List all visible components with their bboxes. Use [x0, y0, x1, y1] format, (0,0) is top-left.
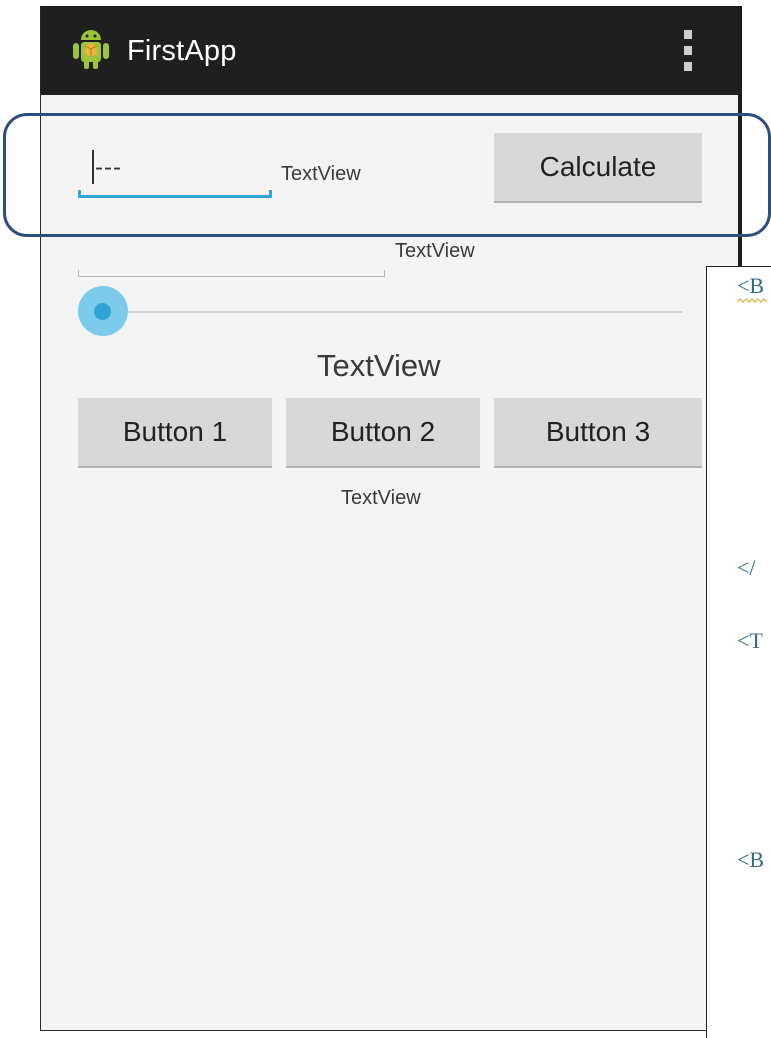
code-line: </ — [737, 555, 756, 580]
code-line: <B — [737, 273, 765, 298]
highlight-outline — [3, 113, 771, 237]
code-line: <B — [737, 847, 765, 872]
overflow-menu-icon[interactable] — [673, 28, 703, 74]
app-title: FirstApp — [127, 35, 237, 67]
button-2[interactable]: Button 2 — [286, 398, 480, 468]
action-bar: FirstApp — [41, 6, 739, 95]
small-textview: TextView — [341, 487, 421, 509]
seekbar-thumb[interactable] — [94, 303, 111, 320]
large-textview: TextView — [317, 348, 441, 383]
spellcheck-squiggle — [737, 298, 768, 303]
seekbar-track — [103, 311, 682, 313]
menu-dot — [684, 62, 692, 71]
secondary-textview: TextView — [395, 240, 475, 262]
textview-bracket — [78, 270, 385, 277]
code-panel: <B </ <T <B — [706, 266, 771, 1038]
menu-dot — [684, 30, 692, 39]
menu-dot — [684, 46, 692, 55]
android-robot-icon — [73, 30, 109, 69]
code-line: <T — [737, 628, 763, 653]
seekbar[interactable] — [78, 286, 682, 336]
button-3[interactable]: Button 3 — [494, 398, 702, 468]
button-1[interactable]: Button 1 — [78, 398, 272, 468]
